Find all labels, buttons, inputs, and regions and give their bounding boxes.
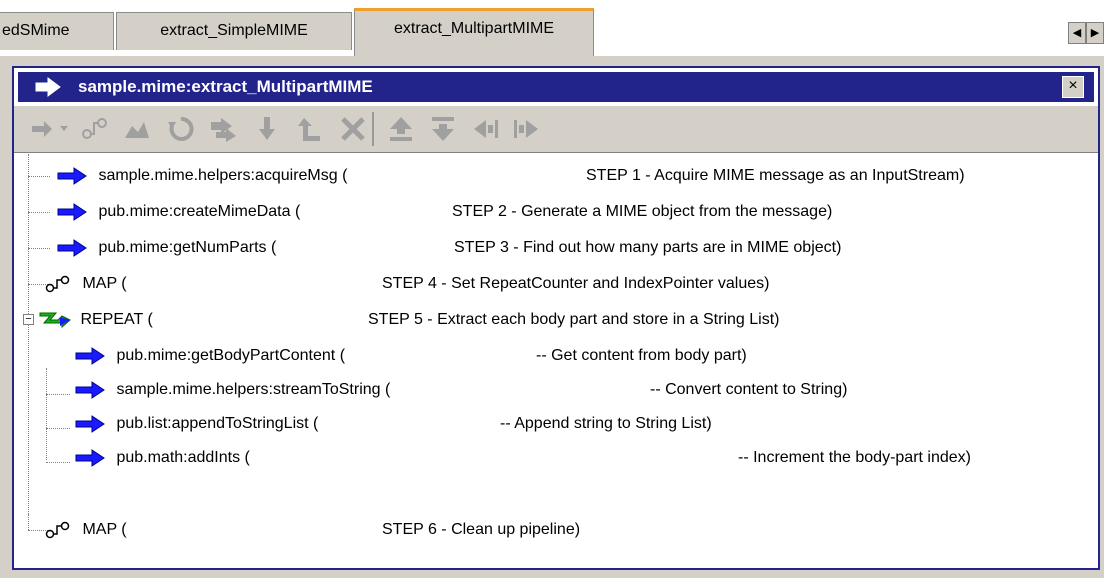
- flow-step-row[interactable]: sample.mime.helpers:streamToString ( -- …: [74, 372, 1094, 408]
- collapse-icon[interactable]: −: [23, 314, 34, 325]
- flow-step-row[interactable]: MAP ( STEP 4 - Set RepeatCounter and Ind…: [44, 266, 1084, 302]
- invoke-arrow-icon: [57, 238, 87, 257]
- step-label: sample.mime.helpers:streamToString (: [116, 381, 391, 398]
- toolbar-separator: [372, 112, 374, 146]
- flow-step-row[interactable]: sample.mime.helpers:acquireMsg ( STEP 1 …: [56, 158, 1096, 194]
- tree-connector-line: [28, 212, 50, 213]
- scroll-left-icon[interactable]: ◀: [1068, 22, 1086, 44]
- invoke-menu-icon[interactable]: [30, 114, 74, 144]
- step-label: pub.mime:createMimeData (: [98, 203, 301, 220]
- loop-icon[interactable]: [208, 114, 238, 144]
- step-comment: STEP 3 - Find out how many parts are in …: [454, 239, 842, 256]
- invoke-arrow-icon: [75, 346, 105, 365]
- step-comment: STEP 4 - Set RepeatCounter and IndexPoin…: [382, 275, 770, 292]
- step-label: MAP (: [82, 275, 127, 292]
- tree-connector-line: [28, 154, 29, 514]
- shift-right-icon[interactable]: [512, 114, 542, 144]
- flow-step-row[interactable]: pub.list:appendToStringList ( -- Append …: [74, 406, 1094, 442]
- branch-icon[interactable]: [122, 114, 152, 144]
- sequence-icon[interactable]: [252, 114, 282, 144]
- flow-step-row[interactable]: pub.mime:getBodyPartContent ( -- Get con…: [74, 338, 1094, 374]
- delete-icon[interactable]: [338, 114, 368, 144]
- step-label: sample.mime.helpers:acquireMsg (: [98, 167, 348, 184]
- step-label: pub.mime:getBodyPartContent (: [116, 347, 346, 364]
- step-comment: STEP 1 - Acquire MIME message as an Inpu…: [586, 167, 965, 184]
- panel-titlebar: sample.mime:extract_MultipartMIME ×: [14, 68, 1098, 106]
- step-label: pub.math:addInts (: [116, 449, 250, 466]
- step-label: pub.mime:getNumParts (: [98, 239, 277, 256]
- tree-connector-line: [46, 428, 70, 429]
- close-icon[interactable]: ×: [1062, 76, 1084, 98]
- step-comment: -- Append string to String List): [500, 415, 712, 432]
- invoke-arrow-icon: [57, 166, 87, 185]
- flow-step-row[interactable]: pub.mime:createMimeData ( STEP 2 - Gener…: [56, 194, 1096, 230]
- flow-step-tree: − sample.mime.helpers:acquireMsg ( STEP …: [14, 154, 1098, 568]
- tree-connector-line: [28, 514, 29, 530]
- flow-step-row[interactable]: pub.math:addInts ( -- Increment the body…: [74, 440, 1094, 476]
- tab-extract-simplemime[interactable]: extract_SimpleMIME: [116, 12, 352, 50]
- scroll-right-icon[interactable]: ▶: [1086, 22, 1104, 44]
- flow-step-row[interactable]: pub.mime:getNumParts ( STEP 3 - Find out…: [56, 230, 1096, 266]
- flow-service-icon: [35, 77, 61, 97]
- step-comment: STEP 2 - Generate a MIME object from the…: [452, 203, 833, 220]
- map-step-icon: [45, 521, 70, 539]
- tab-label: edSMime: [2, 22, 70, 39]
- move-down-icon[interactable]: [428, 114, 458, 144]
- tree-connector-line: [28, 176, 50, 177]
- invoke-arrow-icon: [75, 380, 105, 399]
- step-label: pub.list:appendToStringList (: [116, 415, 319, 432]
- tree-connector-line: [28, 248, 50, 249]
- tab-scroll-buttons: ◀ ▶: [1068, 22, 1104, 46]
- move-up-icon[interactable]: [386, 114, 416, 144]
- step-label: REPEAT (: [80, 311, 153, 328]
- invoke-arrow-icon: [75, 448, 105, 467]
- invoke-arrow-icon: [57, 202, 87, 221]
- step-comment: -- Get content from body part): [536, 347, 747, 364]
- flow-step-row[interactable]: MAP ( STEP 6 - Clean up pipeline): [44, 512, 1084, 548]
- tree-connector-line: [46, 394, 70, 395]
- tab-edsmime[interactable]: edSMime: [0, 12, 114, 50]
- step-comment: -- Convert content to String): [650, 381, 848, 398]
- flow-toolbar: [14, 106, 1098, 153]
- shift-left-icon[interactable]: [470, 114, 500, 144]
- tab-label: extract_SimpleMIME: [160, 22, 308, 39]
- map-icon[interactable]: [80, 114, 110, 144]
- status-strip: [0, 570, 1104, 578]
- step-comment: STEP 5 - Extract each body part and stor…: [368, 311, 780, 328]
- invoke-arrow-icon: [75, 414, 105, 433]
- flow-editor-panel: sample.mime:extract_MultipartMIME × − sa…: [12, 66, 1100, 570]
- panel-title: sample.mime:extract_MultipartMIME: [78, 77, 373, 96]
- repeat-icon[interactable]: [166, 114, 196, 144]
- tab-label: extract_MultipartMIME: [393, 20, 555, 37]
- map-step-icon: [45, 275, 70, 293]
- step-comment: -- Increment the body-part index): [738, 449, 971, 466]
- tree-connector-line: [46, 368, 47, 460]
- step-comment: STEP 6 - Clean up pipeline): [382, 521, 581, 538]
- tab-extract-multipartmime[interactable]: extract_MultipartMIME: [354, 8, 594, 56]
- step-label: MAP (: [82, 521, 127, 538]
- exit-icon[interactable]: [294, 114, 324, 144]
- editor-tab-bar: edSMime extract_SimpleMIME extract_Multi…: [0, 0, 1104, 56]
- flow-step-row[interactable]: REPEAT ( STEP 5 - Extract each body part…: [38, 302, 1078, 338]
- repeat-step-icon: [39, 312, 71, 328]
- tree-connector-line: [46, 462, 70, 463]
